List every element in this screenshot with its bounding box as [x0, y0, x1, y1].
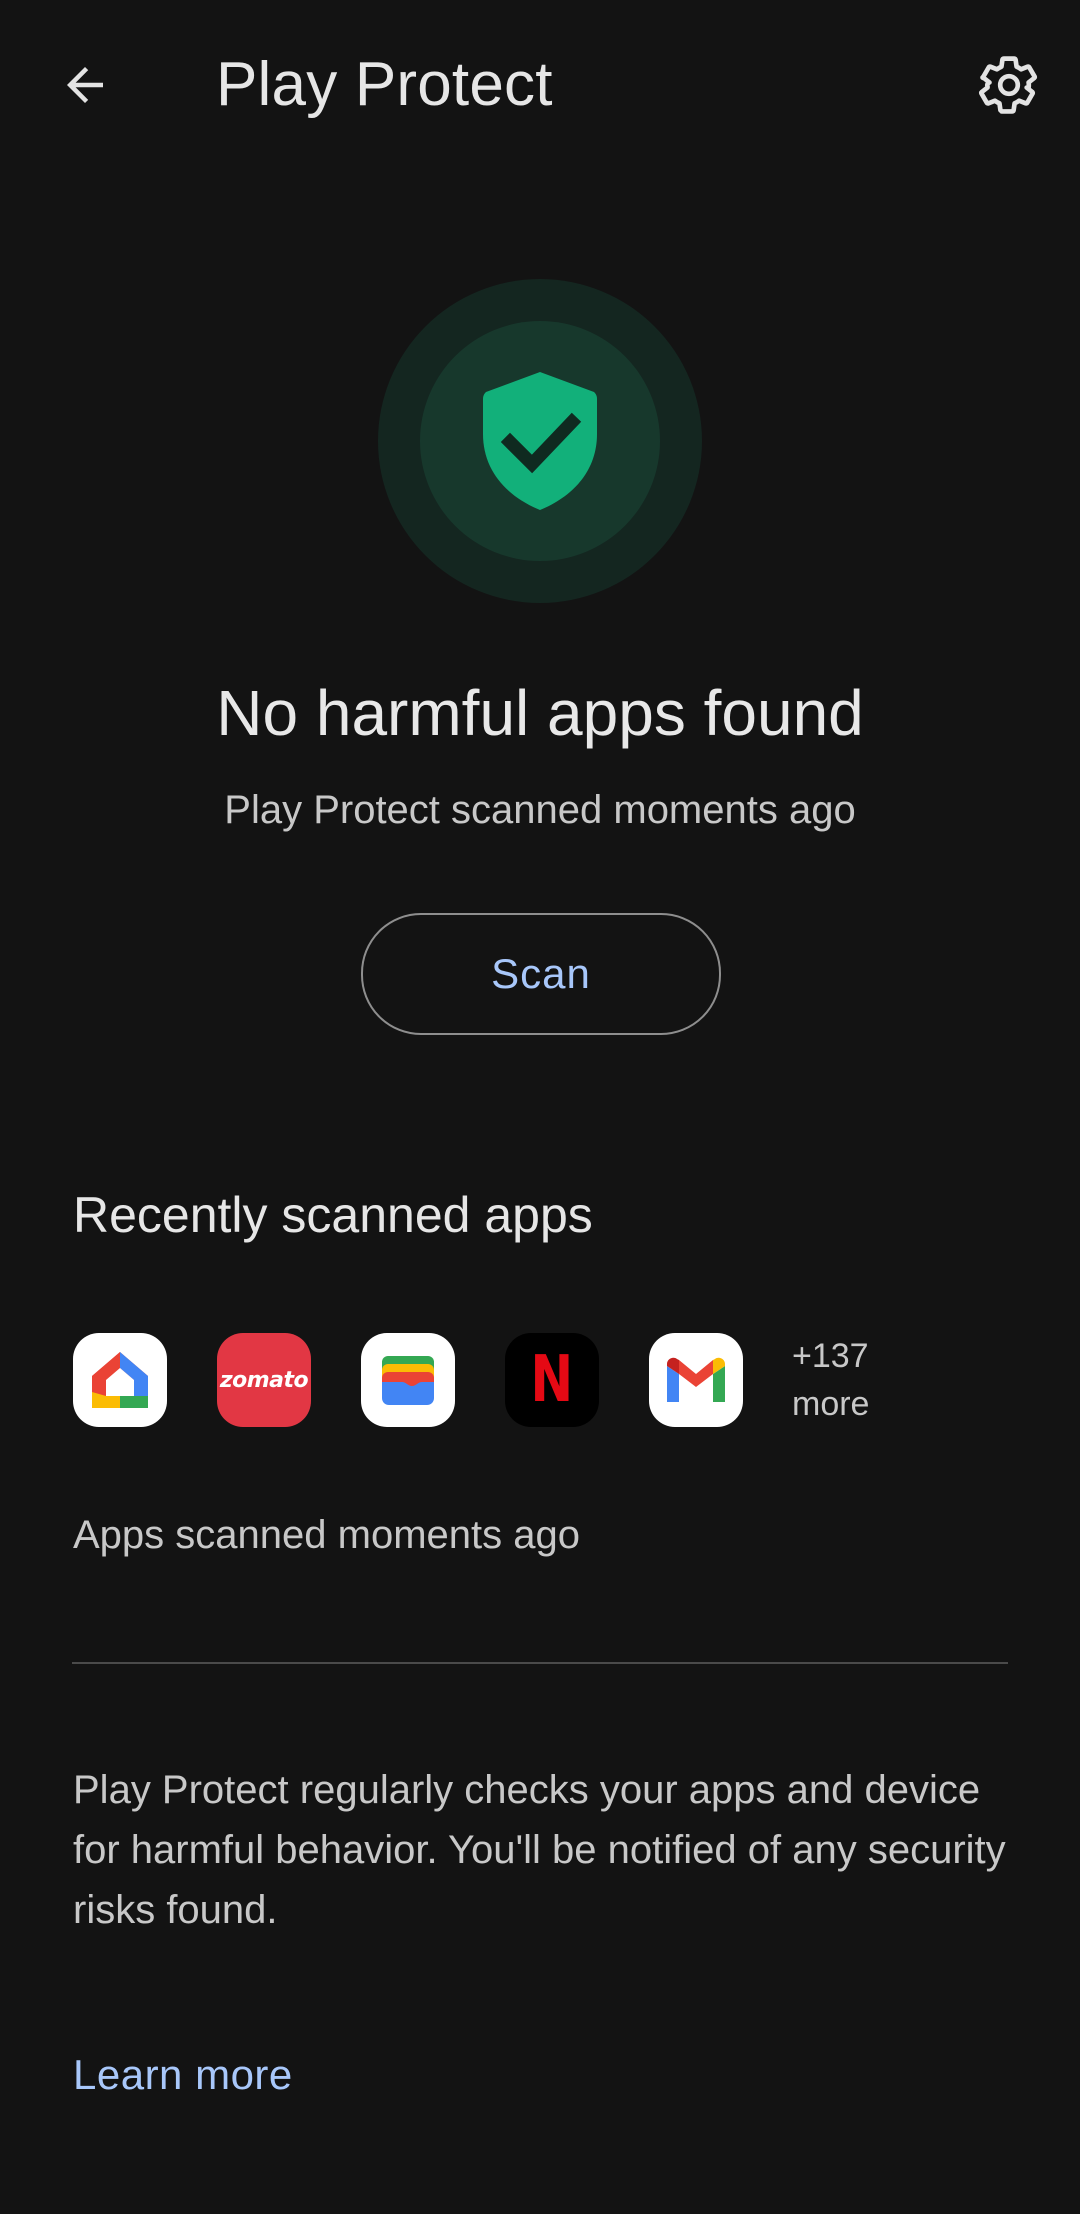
shield-check-icon: [483, 372, 597, 510]
status-subline: Play Protect scanned moments ago: [224, 788, 856, 832]
back-button[interactable]: [40, 40, 130, 130]
page-title: Play Protect: [216, 50, 553, 119]
settings-button[interactable]: [962, 40, 1056, 130]
zomato-wordmark: zomato: [219, 1367, 309, 1393]
gear-icon: [979, 56, 1038, 114]
netflix-logo: N: [530, 1343, 574, 1417]
google-wallet-icon: [361, 1333, 455, 1427]
info-text: Play Protect regularly checks your apps …: [73, 1768, 1006, 1932]
gmail-icon: [649, 1333, 743, 1427]
more-apps-count: +137 more: [792, 1337, 870, 1423]
divider: [72, 1662, 1008, 1664]
learn-more-link[interactable]: Learn more: [73, 2045, 293, 2105]
google-home-icon: [73, 1333, 167, 1427]
netflix-icon: N: [505, 1333, 599, 1427]
status-headline: No harmful apps found: [216, 677, 864, 749]
scan-button[interactable]: Scan: [361, 913, 721, 1035]
zomato-icon: zomato: [217, 1333, 311, 1427]
apps-scanned-text: Apps scanned moments ago: [73, 1513, 580, 1557]
arrow-back-icon: [67, 67, 103, 103]
section-title: Recently scanned apps: [73, 1187, 593, 1243]
